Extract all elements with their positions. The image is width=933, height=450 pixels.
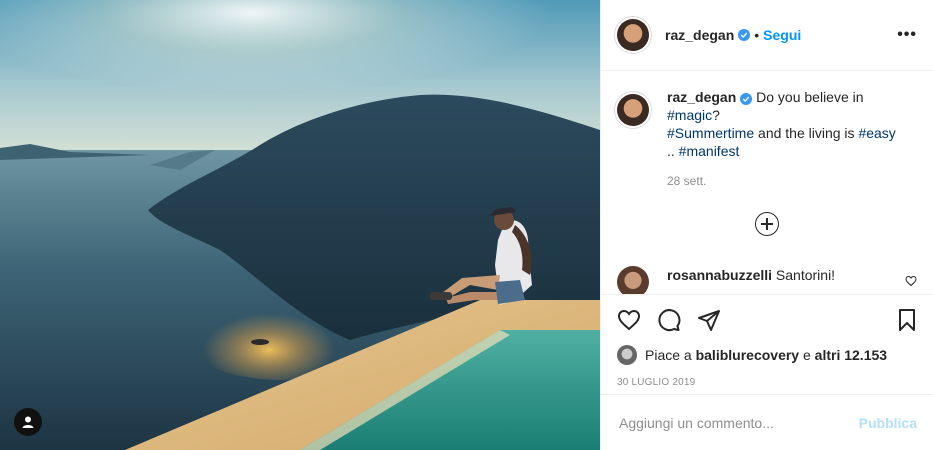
person-icon — [22, 416, 34, 428]
author-username[interactable]: raz_degan — [665, 27, 734, 43]
hashtag-summertime[interactable]: #Summertime — [667, 125, 754, 141]
author-avatar[interactable] — [617, 19, 649, 51]
caption-username[interactable]: raz_degan — [667, 89, 736, 105]
comment-body: Santorini! — [775, 267, 836, 283]
load-more-comments-icon[interactable] — [755, 212, 779, 236]
hashtag-magic[interactable]: #magic — [667, 107, 712, 123]
post-date[interactable]: 30 LUGLIO 2019 — [617, 377, 917, 388]
add-comment-bar: Pubblica — [601, 394, 933, 450]
publish-button[interactable]: Pubblica — [859, 415, 917, 431]
likes-count[interactable]: altri 12.153 — [815, 347, 887, 363]
comments-section: raz_degan Do you believe in #magic? #Sum… — [601, 72, 933, 294]
likes-summary: Piace a baliblurecovery e altri 12.153 — [617, 345, 917, 365]
caption-text-3: .. — [667, 143, 675, 159]
share-paper-plane-icon[interactable] — [693, 304, 725, 336]
hashtag-easy[interactable]: #easy — [858, 125, 895, 141]
caption-text: raz_degan Do you believe in #magic? #Sum… — [667, 88, 917, 160]
comment-item: rosannabuzzelli Santorini! — [617, 266, 917, 294]
comment-like-icon[interactable] — [905, 274, 917, 292]
commenter-avatar[interactable] — [617, 266, 649, 294]
likes-prefix: Piace a — [645, 347, 692, 363]
liker-username[interactable]: baliblurecovery — [696, 347, 800, 363]
user-tag-icon[interactable] — [14, 408, 42, 436]
like-heart-icon[interactable] — [613, 304, 645, 336]
santorini-photo — [0, 0, 600, 450]
caption-question: ? — [712, 107, 720, 123]
caption-text-2: and the living is — [758, 125, 855, 141]
save-bookmark-icon[interactable] — [891, 304, 923, 336]
post-header: raz_degan • Segui ••• — [601, 0, 933, 71]
comment-username[interactable]: rosannabuzzelli — [667, 267, 772, 283]
post-photo[interactable] — [0, 0, 600, 450]
comment-text: rosannabuzzelli Santorini! — [667, 266, 835, 284]
more-options-icon[interactable]: ••• — [897, 26, 917, 44]
liker-avatar[interactable] — [617, 345, 637, 365]
post-actions-area: Piace a baliblurecovery e altri 12.153 3… — [601, 294, 933, 388]
hashtag-manifest[interactable]: #manifest — [679, 143, 740, 159]
comment-input[interactable] — [617, 413, 859, 432]
header-separator: • — [754, 27, 760, 43]
follow-button[interactable]: Segui — [763, 27, 801, 43]
caption-avatar[interactable] — [617, 94, 649, 126]
comment-bubble-icon[interactable] — [653, 304, 685, 336]
post-sidebar: raz_degan • Segui ••• raz_degan Do you b… — [600, 0, 933, 450]
caption-text-1: Do you believe in — [756, 89, 864, 105]
verified-badge-icon — [740, 93, 753, 105]
caption-time[interactable]: 28 sett. — [667, 174, 917, 188]
instagram-post: raz_degan • Segui ••• raz_degan Do you b… — [0, 0, 933, 450]
likes-joiner: e — [802, 347, 811, 363]
verified-badge-icon — [738, 29, 751, 41]
action-bar — [613, 295, 917, 345]
caption: raz_degan Do you believe in #magic? #Sum… — [617, 88, 917, 160]
